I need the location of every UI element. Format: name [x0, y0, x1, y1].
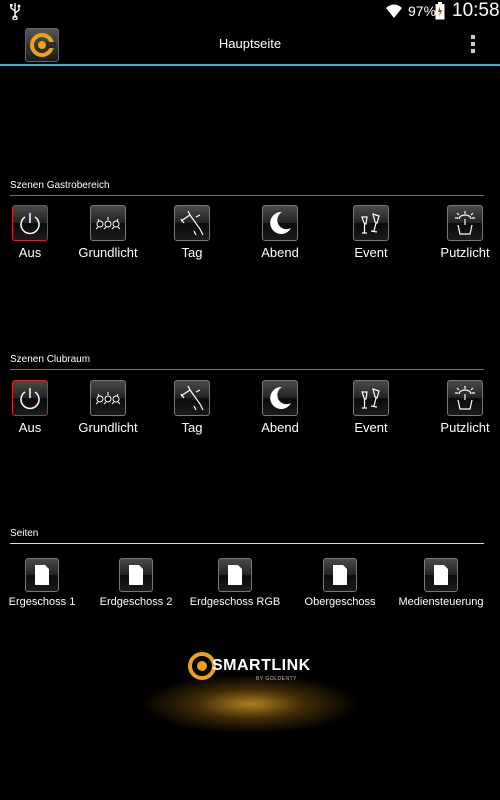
brand-wordmark: SMARTLINK — [212, 657, 311, 674]
overflow-menu-icon[interactable] — [466, 32, 480, 56]
sparkle-glow — [140, 674, 360, 734]
status-bar: 97% 10:58 — [0, 0, 500, 22]
moon-icon — [270, 211, 291, 234]
daylight-icon — [180, 385, 204, 411]
page-erdgeschoss-rgb-button[interactable]: Erdgeschoss RGB — [186, 558, 284, 608]
wifi-icon — [386, 4, 402, 18]
lights-icon — [95, 217, 121, 230]
action-bar: Hauptseite — [0, 22, 500, 66]
moon-icon — [270, 386, 291, 409]
page-ergeschoss-1-button[interactable]: Ergeschoss 1 — [6, 558, 78, 608]
scene-aus-button[interactable]: Aus — [0, 205, 70, 260]
scene-grundlicht-button[interactable]: Grundlicht — [68, 380, 148, 435]
page-obergeschoss-button[interactable]: Obergeschoss — [300, 558, 380, 608]
section-header-clubraum: Szenen Clubraum — [10, 354, 484, 370]
scene-abend-button[interactable]: Abend — [240, 380, 320, 435]
glasses-icon — [361, 213, 380, 234]
power-icon — [20, 213, 40, 235]
power-icon — [20, 388, 40, 410]
scene-abend-button[interactable]: Abend — [240, 205, 320, 260]
scene-tag-button[interactable]: Tag — [152, 205, 232, 260]
battery-icon — [435, 2, 445, 20]
page-icon — [35, 565, 49, 585]
page-icon — [434, 565, 448, 585]
scene-putzlicht-button[interactable]: Putzlicht — [425, 205, 500, 260]
scene-putzlicht-button[interactable]: Putzlicht — [425, 380, 500, 435]
page-icon — [333, 565, 347, 585]
glasses-icon — [361, 388, 380, 409]
lights-icon — [95, 392, 121, 405]
section-header-gastrobereich: Szenen Gastrobereich — [10, 180, 484, 196]
scene-grundlicht-button[interactable]: Grundlicht — [68, 205, 148, 260]
scene-event-button[interactable]: Event — [331, 380, 411, 435]
clock: 10:58 — [452, 0, 500, 21]
scene-row-gastrobereich: Aus Grundlicht Tag Abend Event Putzlicht — [0, 205, 500, 267]
page-title: Hauptseite — [218, 36, 282, 51]
smartlink-logo: SMARTLINK BY GOLDENTY — [140, 646, 360, 736]
section-header-seiten: Seiten — [10, 528, 484, 544]
page-icon — [129, 565, 143, 585]
scene-tag-button[interactable]: Tag — [152, 380, 232, 435]
scene-event-button[interactable]: Event — [331, 205, 411, 260]
cleaning-icon — [455, 211, 475, 235]
page-mediensteuerung-button[interactable]: Mediensteuerung — [394, 558, 488, 608]
cleaning-icon — [455, 386, 475, 410]
scene-aus-button[interactable]: Aus — [0, 380, 70, 435]
daylight-icon — [180, 210, 204, 236]
page-icon — [228, 565, 242, 585]
scene-row-clubraum: Aus Grundlicht Tag Abend Event Putzlicht — [0, 380, 500, 442]
brand-byline: BY GOLDENTY — [256, 676, 297, 682]
page-row: Ergeschoss 1 Erdgeschoss 2 Erdgeschoss R… — [0, 558, 500, 608]
page-erdgeschoss-2-button[interactable]: Erdgeschoss 2 — [96, 558, 176, 608]
usb-icon — [10, 3, 21, 20]
battery-percent: 97% — [408, 3, 437, 19]
